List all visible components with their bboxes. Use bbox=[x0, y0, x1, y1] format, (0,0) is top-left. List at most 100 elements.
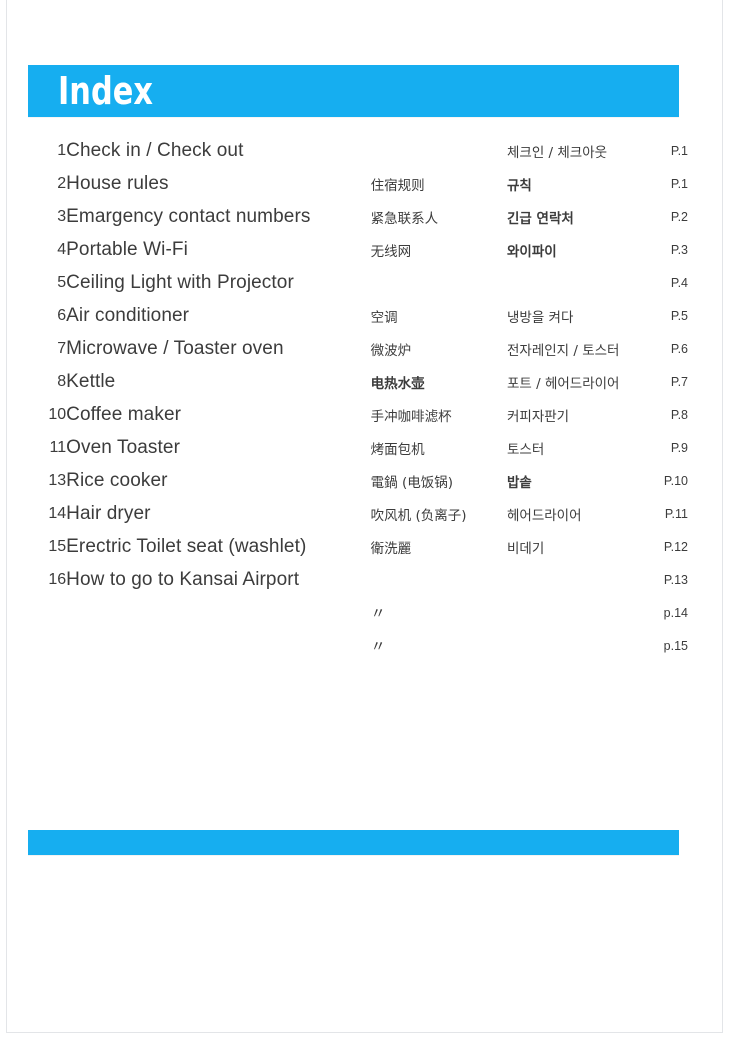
row-title-zh: 手冲咖啡滤杯 bbox=[370, 408, 452, 425]
document-page: Index 1 Check in / Check out 체크인 / 체크아웃 P.1… bbox=[6, 0, 723, 1033]
row-title-ko: 밥솥 bbox=[506, 474, 532, 491]
row-page-number[interactable]: P.1 bbox=[636, 167, 688, 200]
index-row[interactable]: 14 Hair dryer 吹风机 (负离子) 헤어드라이어 P.11 bbox=[28, 497, 688, 530]
row-title-ko: 전자레인지 / 토스터 bbox=[506, 342, 620, 359]
row-page-number[interactable]: p.15 bbox=[636, 629, 688, 662]
row-title-en: Oven Toaster bbox=[66, 436, 180, 458]
row-number: 13 bbox=[48, 471, 67, 489]
row-title-ko: 긴급 연락처 bbox=[506, 210, 574, 227]
row-title-ko bbox=[507, 563, 636, 596]
row-number: 5 bbox=[57, 273, 67, 291]
row-number: 2 bbox=[57, 174, 67, 192]
row-title-ko: 포트 / 헤어드라이어 bbox=[506, 375, 620, 392]
index-row[interactable]: 10 Coffee maker 手冲咖啡滤杯 커피자판기 P.8 bbox=[28, 398, 688, 431]
row-number: 3 bbox=[57, 207, 67, 225]
row-title-zh: 住宿规则 bbox=[370, 177, 425, 194]
row-page-number[interactable]: P.12 bbox=[636, 530, 688, 563]
row-page-number[interactable]: P.5 bbox=[636, 299, 688, 332]
row-title-zh: 衛洗麗 bbox=[370, 540, 412, 557]
row-title-ko: 냉방을 켜다 bbox=[506, 309, 574, 326]
row-title-ko bbox=[507, 629, 636, 662]
row-page-number[interactable]: P.10 bbox=[636, 464, 688, 497]
index-row[interactable]: 8 Kettle 电热水壶 포트 / 헤어드라이어 P.7 bbox=[28, 365, 688, 398]
row-number: 10 bbox=[48, 405, 67, 423]
row-title-en: Check in / Check out bbox=[66, 139, 244, 161]
row-title-ko bbox=[507, 266, 636, 299]
row-page-number[interactable]: P.13 bbox=[636, 563, 688, 596]
row-title-en: Coffee maker bbox=[66, 403, 182, 425]
row-page-number[interactable]: P.6 bbox=[636, 332, 688, 365]
row-number: 8 bbox=[57, 372, 67, 390]
row-page-number[interactable]: P.11 bbox=[636, 497, 688, 530]
row-number: 6 bbox=[57, 306, 67, 324]
index-row[interactable]: 11 Oven Toaster 烤面包机 토스터 P.9 bbox=[28, 431, 688, 464]
row-number bbox=[28, 629, 66, 662]
row-title-en: House rules bbox=[66, 172, 169, 194]
row-title-zh bbox=[371, 134, 507, 167]
index-row[interactable]: 6 Air conditioner 空调 냉방을 켜다 P.5 bbox=[28, 299, 688, 332]
index-row[interactable]: 5 Ceiling Light with Projector P.4 bbox=[28, 266, 688, 299]
row-title-zh bbox=[371, 266, 507, 299]
index-row[interactable]: 1 Check in / Check out 체크인 / 체크아웃 P.1 bbox=[28, 134, 688, 167]
row-page-number[interactable]: P.2 bbox=[636, 200, 688, 233]
row-title-en: How to go to Kansai Airport bbox=[66, 568, 300, 590]
index-row[interactable]: 3 Emargency contact numbers 紧急联系人 긴급 연락처 P.2 bbox=[28, 200, 688, 233]
row-title-en: Portable Wi-Fi bbox=[66, 238, 188, 260]
row-title-en bbox=[66, 629, 371, 662]
index-row[interactable]: 4 Portable Wi-Fi 无线网 와이파이 P.3 bbox=[28, 233, 688, 266]
row-title-zh: 无线网 bbox=[370, 243, 412, 260]
row-title-en: Microwave / Toaster oven bbox=[66, 337, 284, 359]
row-title-zh: 微波炉 bbox=[370, 342, 412, 359]
index-row[interactable]: 〃 p.15 bbox=[28, 629, 688, 662]
row-title-zh: 电热水壶 bbox=[370, 375, 425, 392]
row-title-ko: 체크인 / 체크아웃 bbox=[506, 144, 608, 161]
index-row[interactable]: 〃 p.14 bbox=[28, 596, 688, 629]
row-title-en bbox=[66, 596, 371, 629]
row-title-en: Air conditioner bbox=[66, 304, 190, 326]
row-title-ko: 비데기 bbox=[506, 540, 545, 557]
row-page-number[interactable]: P.4 bbox=[636, 266, 688, 299]
row-title-en: Erectric Toilet seat (washlet) bbox=[66, 535, 307, 557]
row-page-number[interactable]: P.8 bbox=[636, 398, 688, 431]
index-row[interactable]: 13 Rice cooker 電鍋 (电饭锅) 밥솥 P.10 bbox=[28, 464, 688, 497]
row-title-zh: 空调 bbox=[370, 309, 398, 326]
index-header-bar: Index bbox=[28, 65, 679, 117]
row-page-number[interactable]: P.7 bbox=[636, 365, 688, 398]
page-title: Index bbox=[58, 69, 153, 113]
row-title-ko bbox=[507, 596, 636, 629]
row-title-ko: 와이파이 bbox=[506, 243, 557, 260]
row-number: 4 bbox=[57, 240, 67, 258]
row-title-zh: 烤面包机 bbox=[370, 441, 425, 458]
row-ditto-mark: 〃 bbox=[370, 604, 386, 622]
index-row[interactable]: 16 How to go to Kansai Airport P.13 bbox=[28, 563, 688, 596]
row-title-ko: 규칙 bbox=[506, 177, 532, 194]
row-number bbox=[28, 596, 66, 629]
row-number: 14 bbox=[48, 504, 67, 522]
row-title-en: Ceiling Light with Projector bbox=[66, 271, 294, 293]
row-title-zh bbox=[371, 563, 507, 596]
row-title-zh: 紧急联系人 bbox=[370, 210, 439, 227]
index-row[interactable]: 15 Erectric Toilet seat (washlet) 衛洗麗 비데기 P.… bbox=[28, 530, 688, 563]
index-table: 1 Check in / Check out 체크인 / 체크아웃 P.1 2 House… bbox=[28, 134, 688, 662]
row-title-ko: 커피자판기 bbox=[506, 408, 570, 425]
row-number: 15 bbox=[48, 537, 67, 555]
row-title-ko: 토스터 bbox=[506, 441, 545, 458]
index-footer-bar bbox=[28, 830, 679, 855]
row-page-number[interactable]: P.9 bbox=[636, 431, 688, 464]
row-title-en: Rice cooker bbox=[66, 469, 168, 491]
index-row[interactable]: 2 House rules 住宿规则 규칙 P.1 bbox=[28, 167, 688, 200]
index-row[interactable]: 7 Microwave / Toaster oven 微波炉 전자레인지 / 토스터 P… bbox=[28, 332, 688, 365]
row-title-en: Kettle bbox=[66, 370, 116, 392]
row-page-number[interactable]: P.1 bbox=[636, 134, 688, 167]
row-title-en: Hair dryer bbox=[66, 502, 151, 524]
row-number: 1 bbox=[57, 141, 67, 159]
row-number: 11 bbox=[49, 438, 67, 456]
row-title-en: Emargency contact numbers bbox=[66, 205, 311, 227]
row-page-number[interactable]: p.14 bbox=[636, 596, 688, 629]
row-page-number[interactable]: P.3 bbox=[636, 233, 688, 266]
row-ditto-mark: 〃 bbox=[370, 637, 386, 655]
row-title-zh: 吹风机 (负离子) bbox=[370, 507, 467, 524]
row-number: 16 bbox=[48, 570, 67, 588]
row-number: 7 bbox=[57, 339, 67, 357]
row-title-zh: 電鍋 (电饭锅) bbox=[370, 474, 453, 491]
